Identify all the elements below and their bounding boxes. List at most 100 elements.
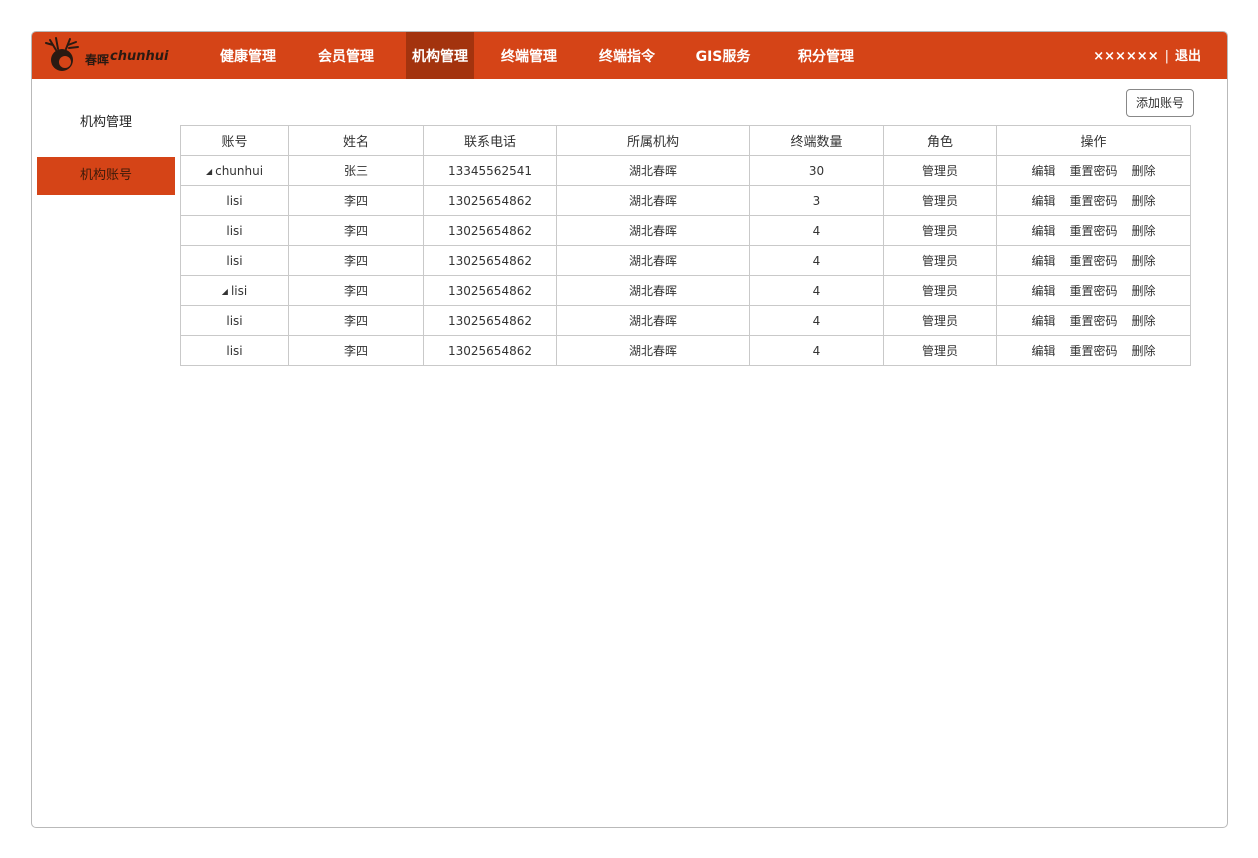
sidebar-item-org-management[interactable]: 机构管理 (37, 104, 175, 142)
phone-cell: 13345562541 (423, 155, 557, 186)
role-cell: 管理员 (883, 155, 997, 186)
role-cell: 管理员 (883, 215, 997, 246)
actions-cell: 编辑 重置密码 删除 (996, 305, 1191, 336)
terminal-count-cell: 4 (749, 275, 884, 306)
edit-link[interactable]: 编辑 (1031, 342, 1055, 359)
role-cell: 管理员 (883, 335, 997, 366)
role-cell: 管理员 (883, 275, 997, 306)
sidebar-item-org-accounts[interactable]: 机构账号 (37, 157, 175, 195)
logout-link[interactable]: 退出 (1175, 49, 1201, 64)
table-row: ◢ chunhui 张三 13345562541 湖北春晖 30 管理员 编辑 重置… (180, 155, 1191, 186)
org-cell: 湖北春晖 (556, 215, 750, 246)
nav-org-management[interactable]: 机构管理 (406, 32, 474, 79)
table-row: lisi 李四 13025654862 湖北春晖 3 管理员 编辑 重置密码 删除 (180, 185, 1191, 216)
org-cell: 湖北春晖 (556, 155, 750, 186)
account-cell: lisi (180, 215, 289, 246)
edit-link[interactable]: 编辑 (1031, 162, 1055, 179)
nav-gis-service[interactable]: GIS服务 (685, 32, 761, 79)
table-row: lisi 李四 13025654862 湖北春晖 4 管理员 编辑 重置密码 删除 (180, 215, 1191, 246)
account-cell: lisi (180, 305, 289, 336)
nav-member-management[interactable]: 会员管理 (308, 32, 384, 79)
reset-password-link[interactable]: 重置密码 (1069, 222, 1117, 239)
actions-cell: 编辑 重置密码 删除 (996, 335, 1191, 366)
actions-cell: 编辑 重置密码 删除 (996, 185, 1191, 216)
name-cell: 李四 (288, 305, 424, 336)
actions-cell: 编辑 重置密码 删除 (996, 275, 1191, 306)
reset-password-link[interactable]: 重置密码 (1069, 192, 1117, 209)
phone-cell: 13025654862 (423, 335, 557, 366)
actions-cell: 编辑 重置密码 删除 (996, 155, 1191, 186)
nav-health-management[interactable]: 健康管理 (210, 32, 286, 79)
phone-cell: 13025654862 (423, 305, 557, 336)
header-phone: 联系电话 (423, 125, 557, 156)
actions-cell: 编辑 重置密码 删除 (996, 245, 1191, 276)
role-cell: 管理员 (883, 185, 997, 216)
account-cell: ◢ lisi (180, 275, 289, 306)
edit-link[interactable]: 编辑 (1031, 192, 1055, 209)
deer-logo-icon (45, 37, 79, 71)
terminal-count-cell: 3 (749, 185, 884, 216)
delete-link[interactable]: 删除 (1132, 192, 1156, 209)
account-cell: lisi (180, 185, 289, 216)
brand-logo[interactable]: 春晖 chunhui (42, 36, 177, 76)
reset-password-link[interactable]: 重置密码 (1069, 282, 1117, 299)
delete-link[interactable]: 删除 (1132, 342, 1156, 359)
phone-cell: 13025654862 (423, 275, 557, 306)
name-cell: 李四 (288, 275, 424, 306)
delete-link[interactable]: 删除 (1132, 312, 1156, 329)
role-cell: 管理员 (883, 245, 997, 276)
delete-link[interactable]: 删除 (1132, 282, 1156, 299)
phone-cell: 13025654862 (423, 245, 557, 276)
accounts-table: 账号 姓名 联系电话 所属机构 终端数量 角色 操作 ◢ chunhui 张三 1… (180, 125, 1191, 366)
name-cell: 李四 (288, 245, 424, 276)
terminal-count-cell: 30 (749, 155, 884, 186)
edit-link[interactable]: 编辑 (1031, 252, 1055, 269)
brand-name-en: chunhui (110, 49, 169, 64)
org-cell: 湖北春晖 (556, 335, 750, 366)
edit-link[interactable]: 编辑 (1031, 282, 1055, 299)
header-actions: 操作 (996, 125, 1191, 156)
terminal-count-cell: 4 (749, 215, 884, 246)
name-cell: 李四 (288, 185, 424, 216)
reset-password-link[interactable]: 重置密码 (1069, 312, 1117, 329)
nav-terminal-commands[interactable]: 终端指令 (589, 32, 665, 79)
terminal-count-cell: 4 (749, 335, 884, 366)
user-area: ×××××× | 退出 (1093, 32, 1201, 79)
actions-cell: 编辑 重置密码 删除 (996, 215, 1191, 246)
reset-password-link[interactable]: 重置密码 (1069, 342, 1117, 359)
table-header-row: 账号 姓名 联系电话 所属机构 终端数量 角色 操作 (180, 125, 1191, 156)
header-account: 账号 (180, 125, 289, 156)
edit-link[interactable]: 编辑 (1031, 222, 1055, 239)
table-row: ◢ lisi 李四 13025654862 湖北春晖 4 管理员 编辑 重置密码 删除 (180, 275, 1191, 306)
user-name[interactable]: ×××××× (1093, 49, 1158, 64)
table-row: lisi 李四 13025654862 湖北春晖 4 管理员 编辑 重置密码 删除 (180, 245, 1191, 276)
role-cell: 管理员 (883, 305, 997, 336)
header-name: 姓名 (288, 125, 424, 156)
table-row: lisi 李四 13025654862 湖北春晖 4 管理员 编辑 重置密码 删除 (180, 305, 1191, 336)
phone-cell: 13025654862 (423, 185, 557, 216)
table-row: lisi 李四 13025654862 湖北春晖 4 管理员 编辑 重置密码 删除 (180, 335, 1191, 366)
org-cell: 湖北春晖 (556, 185, 750, 216)
name-cell: 李四 (288, 215, 424, 246)
add-account-button[interactable]: 添加账号 (1126, 89, 1194, 117)
top-navbar: 春晖 chunhui 健康管理 会员管理 机构管理 终端管理 终端指令 GIS服… (32, 32, 1227, 79)
header-terminal-count: 终端数量 (749, 125, 884, 156)
edit-link[interactable]: 编辑 (1031, 312, 1055, 329)
reset-password-link[interactable]: 重置密码 (1069, 162, 1117, 179)
reset-password-link[interactable]: 重置密码 (1069, 252, 1117, 269)
delete-link[interactable]: 删除 (1132, 252, 1156, 269)
expand-triangle-icon[interactable]: ◢ (206, 167, 212, 176)
terminal-count-cell: 4 (749, 305, 884, 336)
header-role: 角色 (883, 125, 997, 156)
nav-terminal-management[interactable]: 终端管理 (491, 32, 567, 79)
account-cell: lisi (180, 245, 289, 276)
delete-link[interactable]: 删除 (1132, 162, 1156, 179)
account-value: chunhui (215, 163, 264, 178)
delete-link[interactable]: 删除 (1132, 222, 1156, 239)
app-window: 春晖 chunhui 健康管理 会员管理 机构管理 终端管理 终端指令 GIS服… (31, 31, 1228, 828)
account-cell: ◢ chunhui (180, 155, 289, 186)
nav-points-management[interactable]: 积分管理 (788, 32, 864, 79)
expand-triangle-icon[interactable]: ◢ (222, 287, 228, 296)
org-cell: 湖北春晖 (556, 245, 750, 276)
account-value: lisi (230, 283, 248, 298)
